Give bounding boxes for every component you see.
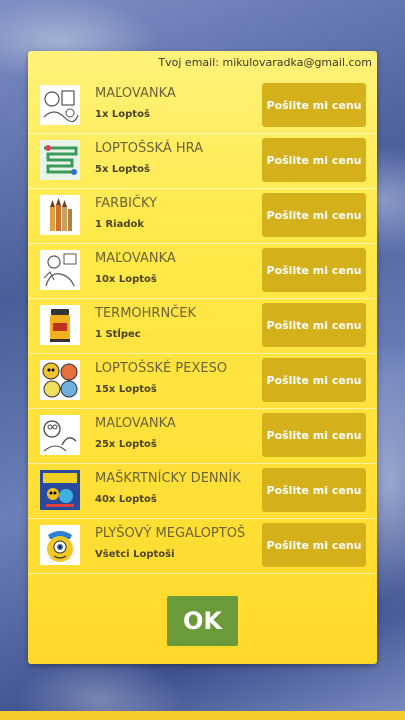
item-quantity: 1x Loptoš xyxy=(95,109,150,120)
item-quantity: 5x Loptoš xyxy=(95,164,150,175)
item-title: MAŠKRTNÍCKY DENNÍK xyxy=(95,471,241,486)
diary-book-icon xyxy=(40,470,80,510)
list-item: FARBIČKY 1 Riadok Pošlite mi cenu xyxy=(28,189,377,244)
item-quantity: 15x Loptoš xyxy=(95,384,157,395)
item-title: LOPTOŠSKÁ HRA xyxy=(95,141,204,156)
board-game-icon xyxy=(40,140,80,180)
item-title: MAĽOVANKA xyxy=(95,416,176,431)
list-item: MAŠKRTNÍCKY DENNÍK 40x Loptoš Pošlite mi… xyxy=(28,464,377,519)
plush-toy-icon xyxy=(40,525,80,565)
list-item: TERMOHRNČEK 1 Stĺpec Pošlite mi cenu xyxy=(28,299,377,354)
item-title: MAĽOVANKA xyxy=(95,251,176,266)
list-item: PLYŠOVÝ MEGALOPTOŠ Všetci Loptoši Pošlit… xyxy=(28,519,377,574)
send-price-button[interactable]: Pošlite mi cenu xyxy=(262,83,366,127)
price-request-dialog: Tvoj email: mikulovaradka@gmail.com MAĽO… xyxy=(28,51,377,664)
crayons-icon xyxy=(40,195,80,235)
send-price-button[interactable]: Pošlite mi cenu xyxy=(262,303,366,347)
ok-button[interactable]: OK xyxy=(167,596,238,646)
thermo-mug-icon xyxy=(40,305,80,345)
item-title: FARBIČKY xyxy=(95,196,158,211)
list-item: MAĽOVANKA 10x Loptoš Pošlite mi cenu xyxy=(28,244,377,299)
send-price-button[interactable]: Pošlite mi cenu xyxy=(262,413,366,457)
item-title: TERMOHRNČEK xyxy=(95,306,196,321)
memory-cards-icon xyxy=(40,360,80,400)
coloring-page-icon xyxy=(40,415,80,455)
item-quantity: 25x Loptoš xyxy=(95,439,157,450)
item-title: PLYŠOVÝ MEGALOPTOŠ xyxy=(95,526,246,541)
coloring-page-icon xyxy=(40,85,80,125)
item-quantity: 10x Loptoš xyxy=(95,274,157,285)
send-price-button[interactable]: Pošlite mi cenu xyxy=(262,248,366,292)
list-item: LOPTOŠSKÉ PEXESO 15x Loptoš Pošlite mi c… xyxy=(28,354,377,409)
item-quantity: 1 Stĺpec xyxy=(95,329,141,340)
list-item: MAĽOVANKA 1x Loptoš Pošlite mi cenu xyxy=(28,79,377,134)
send-price-button[interactable]: Pošlite mi cenu xyxy=(262,523,366,567)
item-quantity: Všetci Loptoši xyxy=(95,549,175,560)
coloring-page-icon xyxy=(40,250,80,290)
item-title: LOPTOŠSKÉ PEXESO xyxy=(95,361,228,376)
list-item: MAĽOVANKA 25x Loptoš Pošlite mi cenu xyxy=(28,409,377,464)
item-quantity: 40x Loptoš xyxy=(95,494,157,505)
item-title: MAĽOVANKA xyxy=(95,86,176,101)
email-label: Tvoj email: mikulovaradka@gmail.com xyxy=(158,56,372,69)
bottom-accent-bar xyxy=(0,711,405,720)
item-quantity: 1 Riadok xyxy=(95,219,144,230)
send-price-button[interactable]: Pošlite mi cenu xyxy=(262,358,366,402)
send-price-button[interactable]: Pošlite mi cenu xyxy=(262,468,366,512)
send-price-button[interactable]: Pošlite mi cenu xyxy=(262,138,366,182)
reward-list: MAĽOVANKA 1x Loptoš Pošlite mi cenu LOPT… xyxy=(28,79,377,574)
send-price-button[interactable]: Pošlite mi cenu xyxy=(262,193,366,237)
list-item: LOPTOŠSKÁ HRA 5x Loptoš Pošlite mi cenu xyxy=(28,134,377,189)
